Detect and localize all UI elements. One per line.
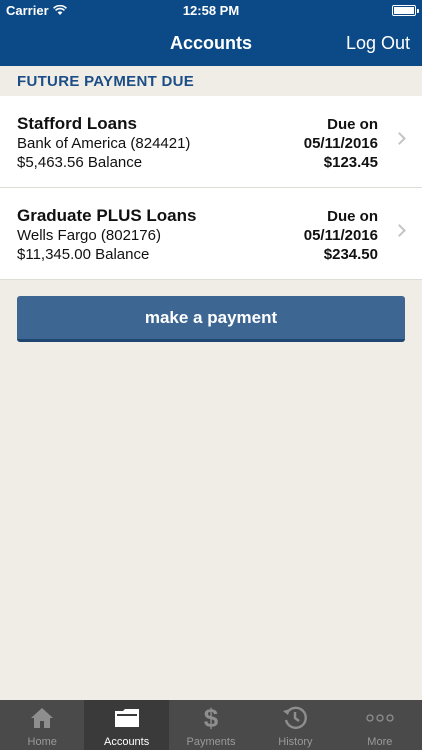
due-amount: $123.45 xyxy=(323,154,378,171)
due-amount: $234.50 xyxy=(323,246,378,263)
clock: 12:58 PM xyxy=(182,3,240,18)
chevron-right-icon xyxy=(393,224,406,237)
tab-label: Payments xyxy=(186,736,236,748)
history-icon xyxy=(283,706,308,729)
loan-lender: Wells Fargo (802176) xyxy=(17,227,161,244)
home-icon xyxy=(31,708,54,728)
logout-button[interactable]: Log Out xyxy=(346,33,410,54)
tab-home[interactable]: Home xyxy=(0,700,84,750)
navigation-bar: Carrier 12:58 PM Accounts Log Out xyxy=(0,0,422,66)
loan-row-graduate-plus[interactable]: Graduate PLUS Loans Wells Fargo (802176)… xyxy=(0,188,422,280)
loan-list: Stafford Loans Bank of America (824421) … xyxy=(0,96,422,280)
chevron-right-icon xyxy=(393,132,406,145)
tab-more[interactable]: More xyxy=(338,700,422,750)
due-date: 05/11/2016 xyxy=(303,227,378,244)
due-label: Due on xyxy=(327,116,378,133)
tab-label: More xyxy=(367,736,393,748)
loan-balance: $5,463.56 Balance xyxy=(17,154,143,171)
tab-payments[interactable]: $ Payments xyxy=(169,700,253,750)
svg-text:$: $ xyxy=(204,705,219,731)
tab-label: History xyxy=(278,736,313,748)
loan-name: Stafford Loans xyxy=(17,114,137,133)
make-payment-button[interactable]: make a payment xyxy=(17,296,405,342)
loan-lender: Bank of America (824421) xyxy=(17,135,191,152)
more-icon xyxy=(366,714,394,722)
tab-label: Accounts xyxy=(103,736,150,748)
tab-history[interactable]: History xyxy=(253,700,337,750)
status-bar: Carrier 12:58 PM xyxy=(0,0,422,22)
due-date: 05/11/2016 xyxy=(303,135,378,152)
tab-bar: Home Accounts $ Payments History More xyxy=(0,700,422,750)
loan-balance: $11,345.00 Balance xyxy=(17,246,150,263)
loan-row-stafford[interactable]: Stafford Loans Bank of America (824421) … xyxy=(0,96,422,188)
section-header: FUTURE PAYMENT DUE xyxy=(17,72,195,90)
loan-name: Graduate PLUS Loans xyxy=(17,206,197,225)
due-label: Due on xyxy=(327,208,378,225)
dollar-icon: $ xyxy=(204,705,219,731)
tab-accounts[interactable]: Accounts xyxy=(84,700,169,750)
battery-icon xyxy=(392,5,419,16)
tab-label: Home xyxy=(27,736,57,748)
folder-icon xyxy=(114,709,139,727)
